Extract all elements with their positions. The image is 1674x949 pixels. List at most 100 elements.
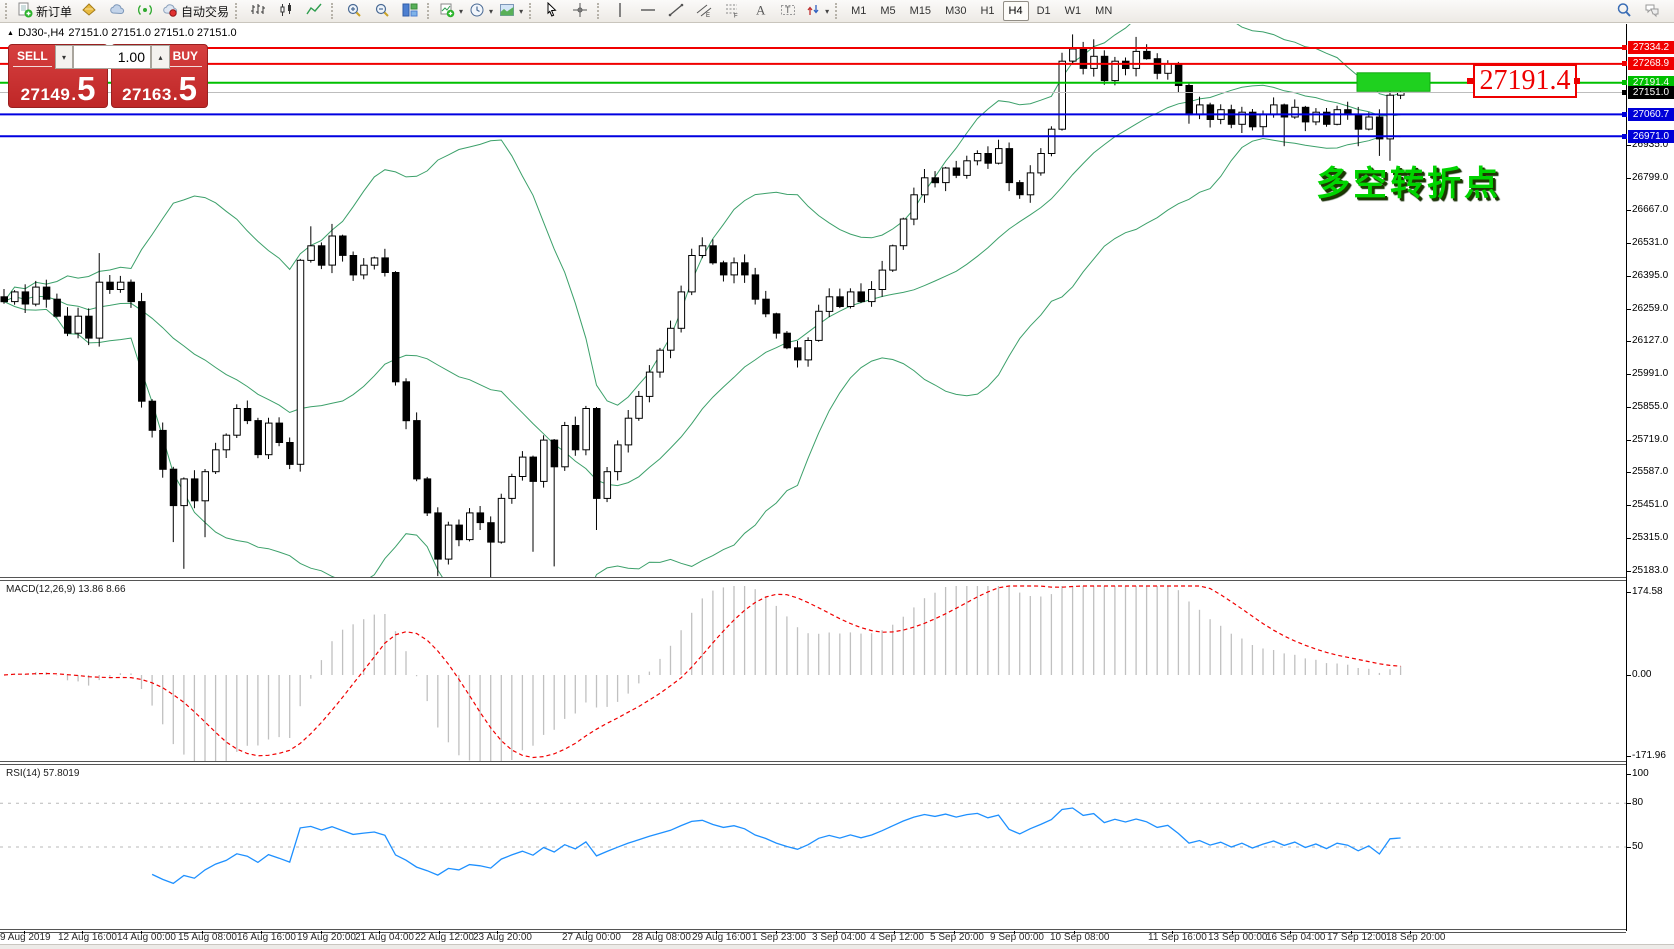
date-label: 16 Aug 16:00 [237,932,296,943]
volume-increase-button[interactable]: ▴ [151,45,170,69]
search-button[interactable] [1610,0,1638,22]
signal-icon [137,2,153,21]
date-label: 21 Aug 04:00 [355,932,414,943]
price-tick-mark [1626,472,1631,473]
price-tick-mark [1626,538,1631,539]
timeframe-m30-button[interactable]: M30 [939,1,972,21]
date-label: 1 Sep 23:00 [752,932,806,943]
indicators-button[interactable]: ▾ [436,0,466,22]
text-label-button[interactable]: T [774,0,802,22]
date-label: 12 Aug 16:00 [58,932,117,943]
periods-button[interactable]: ▾ [466,0,496,22]
trendline-button[interactable] [662,0,690,22]
chevron-down-icon[interactable]: ▾ [825,7,829,16]
new-order-button[interactable]: 新订单 [14,0,75,22]
date-label: 22 Aug 12:00 [415,932,474,943]
chart-type-group [244,0,328,22]
date-label: 9 Sep 00:00 [990,932,1044,943]
callout-handle-right[interactable] [1574,78,1580,84]
one-click-trading-panel: 27149.5 27163.5 SELL BUY ▾ 1.00 ▴ [8,44,208,108]
price-tick-mark [1626,309,1631,310]
date-label: 4 Sep 12:00 [870,932,924,943]
price-tick-label: 25855.0 [1632,401,1668,412]
toolbar-grip [331,3,336,19]
rsi-tick-label: 80 [1632,797,1643,808]
volume-decrease-button[interactable]: ▾ [55,45,73,69]
arrows-button[interactable]: ▾ [802,0,832,22]
candlestick-button[interactable] [272,0,300,22]
chinese-annotation[interactable]: 多空转折点 [1316,156,1501,205]
line-chart-icon [306,2,322,21]
bottom-strip [0,944,1674,949]
cloud-icon [109,2,125,21]
arrows-icon [805,2,821,21]
price-tick-label: 25991.0 [1632,368,1668,379]
price-axis-line[interactable] [1626,24,1627,931]
sell-button[interactable]: SELL [13,49,52,67]
price-tick-label: 25451.0 [1632,499,1668,510]
line-chart-button[interactable] [300,0,328,22]
timeframe-w1-button[interactable]: W1 [1059,1,1088,21]
date-label: 9 Aug 2019 [0,932,51,943]
timeframe-m5-button[interactable]: M5 [874,1,901,21]
text-icon: A [752,2,768,21]
templates-button[interactable]: ▾ [496,0,526,22]
fibonacci-button[interactable]: F [718,0,746,22]
badge-connector [1622,80,1627,85]
toolbar-right [1610,0,1666,22]
channel-button[interactable]: E [690,0,718,22]
badge-connector [1622,112,1627,117]
tile-windows-button[interactable] [396,0,424,22]
crosshair-icon [572,2,588,21]
rsi-tick-mark [1626,774,1631,775]
cursor-button[interactable] [538,0,566,22]
timeframe-h1-button[interactable]: H1 [974,1,1000,21]
channel-icon: E [696,2,712,21]
autotrade-icon [162,2,178,21]
rsi-panel-canvas[interactable] [0,765,1626,929]
crosshair-button[interactable] [566,0,594,22]
price-tick-label: 25719.0 [1632,434,1668,445]
chat-button[interactable] [1638,0,1666,22]
signals-button[interactable] [131,0,159,22]
date-label: 5 Sep 20:00 [930,932,984,943]
rsi-tick-mark [1626,847,1631,848]
market-button[interactable] [75,0,103,22]
horizontal-line-button[interactable] [634,0,662,22]
vertical-line-button[interactable] [606,0,634,22]
price-tick-label: 25587.0 [1632,466,1668,477]
date-label: 18 Sep 20:00 [1386,932,1446,943]
timeframe-m15-button[interactable]: M15 [904,1,937,21]
insert-group: ▾ ▾ ▾ [436,0,526,22]
price-badge: 27151.0 [1628,86,1674,99]
zoom-in-button[interactable] [340,0,368,22]
timeframe-mn-button[interactable]: MN [1089,1,1118,21]
svg-text:E: E [706,13,710,18]
timeframe-m1-button[interactable]: M1 [845,1,872,21]
chevron-down-icon[interactable]: ▾ [489,7,493,16]
timeframe-h4-button[interactable]: H4 [1003,1,1029,21]
rsi-tick-label: 100 [1632,768,1649,779]
main-chart-canvas[interactable] [0,24,1626,577]
price-callout-label[interactable]: 27191.4 [1473,64,1577,98]
community-button[interactable] [103,0,131,22]
macd-tick-mark [1626,592,1631,593]
bar-chart-button[interactable] [244,0,272,22]
autotrade-button[interactable]: 自动交易 [159,0,232,22]
callout-handle-left[interactable] [1467,78,1473,84]
chevron-down-icon[interactable]: ▾ [519,7,523,16]
macd-panel-canvas[interactable] [0,581,1626,761]
volume-input[interactable]: 1.00 [73,45,151,69]
search-icon [1616,2,1632,21]
timeframe-d1-button[interactable]: D1 [1031,1,1057,21]
macd-tick-mark [1626,756,1631,757]
buy-button[interactable]: BUY [169,49,202,67]
collapse-arrow-icon[interactable]: ▲ [7,30,14,37]
text-button[interactable]: A [746,0,774,22]
svg-text:A: A [756,2,766,17]
zoom-out-button[interactable] [368,0,396,22]
main-toolbar: 新订单 自动交易 ▾ ▾ ▾ E FAT ▾ M1M5M15M30H1H4D1W1MN [0,0,1674,23]
zoom-in-icon [346,2,362,21]
chevron-down-icon[interactable]: ▾ [459,7,463,16]
cursor-icon [544,2,560,21]
